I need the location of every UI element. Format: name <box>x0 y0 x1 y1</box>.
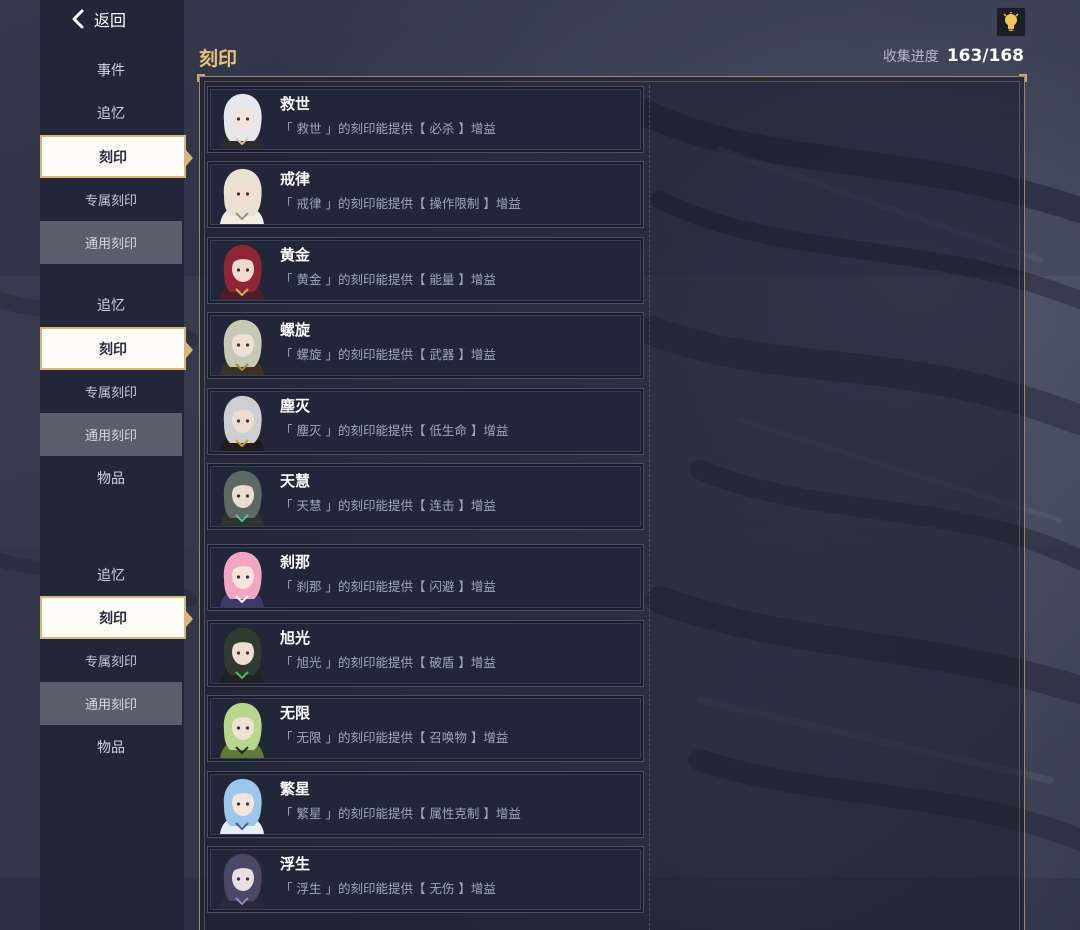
imprint-description: 「 浮生 」的刻印能提供【 无伤 】增益 <box>280 881 496 896</box>
imprint-name: 浮生 <box>280 855 311 873</box>
imprint-description: 「 螺旋 」的刻印能提供【 武器 】增益 <box>280 347 496 362</box>
imprint-card[interactable]: 螺旋「 螺旋 」的刻印能提供【 武器 】增益 <box>207 312 644 379</box>
character-portrait <box>214 166 270 224</box>
imprint-description: 「 塵灭 」的刻印能提供【 低生命 】增益 <box>280 423 509 438</box>
imprint-name: 螺旋 <box>280 321 311 339</box>
lightbulb-icon <box>1003 12 1019 32</box>
sidebar-item-imprints[interactable]: 刻印 <box>40 327 193 370</box>
imprint-card[interactable]: 浮生「 浮生 」的刻印能提供【 无伤 】增益 <box>207 846 644 913</box>
hint-button[interactable] <box>996 7 1026 37</box>
imprint-card[interactable]: 戒律「 戒律 」的刻印能提供【 操作限制 】增益 <box>207 161 644 228</box>
sidebar-item-general-imprints[interactable]: 通用刻印 <box>40 221 182 264</box>
chevron-left-icon <box>72 9 84 29</box>
imprint-description: 「 救世 」的刻印能提供【 必杀 】增益 <box>280 121 496 136</box>
imprint-description: 「 旭光 」的刻印能提供【 破盾 】增益 <box>280 655 496 670</box>
imprint-card[interactable]: 塵灭「 塵灭 」的刻印能提供【 低生命 】增益 <box>207 388 644 455</box>
panel-corner <box>1019 74 1027 82</box>
imprint-card[interactable]: 刹那「 刹那 」的刻印能提供【 闪避 】增益 <box>207 544 644 611</box>
imprint-name: 塵灭 <box>280 397 311 415</box>
sidebar-item-imprints[interactable]: 刻印 <box>40 135 193 178</box>
progress-value: 163/168 <box>946 46 1024 66</box>
sidebar-item-items[interactable]: 物品 <box>40 456 182 499</box>
character-portrait <box>214 393 270 451</box>
imprint-name: 旭光 <box>280 629 311 647</box>
sidebar-item-memories[interactable]: 追忆 <box>40 553 182 596</box>
page-title: 刻印 <box>199 48 238 70</box>
collection-progress: 收集进度 163/168 <box>883 46 1024 66</box>
sidebar-item-general-imprints[interactable]: 通用刻印 <box>40 682 182 725</box>
sidebar-item-imprints[interactable]: 刻印 <box>40 596 193 639</box>
character-portrait <box>214 625 270 683</box>
imprint-name: 黄金 <box>280 246 311 264</box>
character-portrait <box>214 776 270 834</box>
back-label: 返回 <box>94 11 127 30</box>
character-portrait <box>214 700 270 758</box>
sidebar-item-exclusive-imprints[interactable]: 专属刻印 <box>40 370 182 413</box>
imprint-card[interactable]: 无限「 无限 」的刻印能提供【 召唤物 】增益 <box>207 695 644 762</box>
imprint-card[interactable]: 繁星「 繁星 」的刻印能提供【 属性克制 】增益 <box>207 771 644 838</box>
imprint-card[interactable]: 黄金「 黄金 」的刻印能提供【 能量 】增益 <box>207 237 644 304</box>
imprint-description: 「 刹那 」的刻印能提供【 闪避 】增益 <box>280 579 496 594</box>
character-portrait <box>214 468 270 526</box>
imprint-description: 「 天慧 」的刻印能提供【 连击 】增益 <box>280 498 496 513</box>
imprint-name: 戒律 <box>280 170 311 188</box>
imprint-name: 天慧 <box>280 472 311 490</box>
imprint-name: 刹那 <box>280 553 311 571</box>
sidebar-item-general-imprints[interactable]: 通用刻印 <box>40 413 182 456</box>
imprint-card[interactable]: 救世「 救世 」的刻印能提供【 必杀 】增益 <box>207 86 644 153</box>
sidebar-item-memories[interactable]: 追忆 <box>40 91 182 134</box>
character-portrait <box>214 851 270 909</box>
imprint-description: 「 无限 」的刻印能提供【 召唤物 】增益 <box>280 730 509 745</box>
panel-corner <box>197 74 205 82</box>
character-portrait <box>214 317 270 375</box>
back-button[interactable]: 返回 <box>70 6 126 32</box>
progress-label: 收集进度 <box>882 49 939 65</box>
sidebar-item-events[interactable]: 事件 <box>40 48 182 91</box>
imprint-card[interactable]: 旭光「 旭光 」的刻印能提供【 破盾 】增益 <box>207 620 644 687</box>
character-portrait <box>214 549 270 607</box>
imprint-name: 无限 <box>280 704 311 722</box>
imprint-description: 「 繁星 」的刻印能提供【 属性克制 】增益 <box>280 806 521 821</box>
character-portrait <box>214 91 270 149</box>
imprint-card[interactable]: 天慧「 天慧 」的刻印能提供【 连击 】增益 <box>207 463 644 530</box>
imprint-description: 「 黄金 」的刻印能提供【 能量 】增益 <box>280 272 496 287</box>
imprint-name: 繁星 <box>280 780 311 798</box>
character-portrait <box>214 242 270 300</box>
imprint-description: 「 戒律 」的刻印能提供【 操作限制 】增益 <box>280 196 521 211</box>
sidebar-item-exclusive-imprints[interactable]: 专属刻印 <box>40 639 182 682</box>
column-divider <box>649 85 650 930</box>
sidebar-item-exclusive-imprints[interactable]: 专属刻印 <box>40 178 182 221</box>
imprint-name: 救世 <box>280 95 311 113</box>
sidebar-item-memories[interactable]: 追忆 <box>40 283 182 326</box>
sidebar-item-items[interactable]: 物品 <box>40 725 182 768</box>
